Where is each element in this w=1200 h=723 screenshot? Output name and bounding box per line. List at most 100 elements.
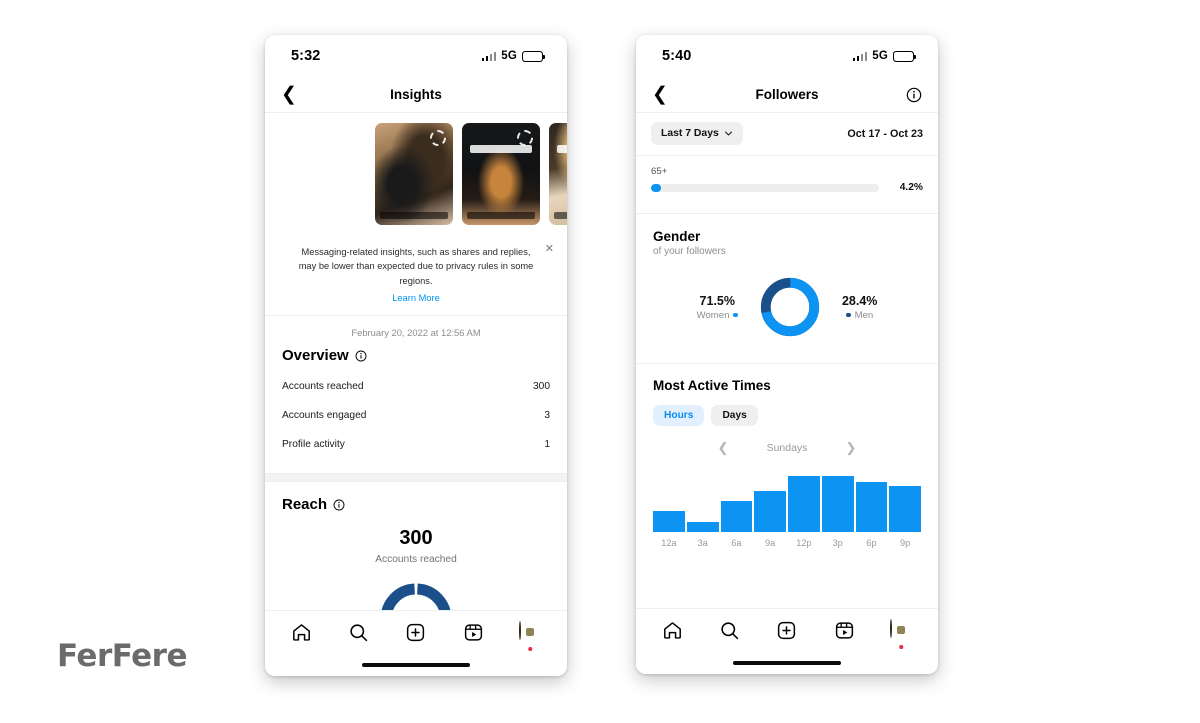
story-caption-bar bbox=[467, 212, 535, 219]
bar-column bbox=[686, 470, 719, 532]
tab-reels[interactable] bbox=[827, 616, 861, 646]
status-indicators: 5G bbox=[852, 50, 916, 62]
overview-heading: Overview bbox=[265, 347, 567, 364]
tabbar-region bbox=[265, 610, 567, 676]
reach-value: 300 bbox=[399, 527, 433, 550]
women-label-wrap: Women bbox=[697, 310, 738, 321]
home-indicator bbox=[362, 663, 470, 667]
bar-column bbox=[653, 470, 685, 532]
day-label: Sundays bbox=[766, 442, 808, 454]
tab-search[interactable] bbox=[713, 616, 747, 646]
stat-row[interactable]: Accounts engaged 3 bbox=[282, 401, 550, 430]
search-icon bbox=[721, 622, 739, 640]
bar-column bbox=[720, 470, 753, 532]
notification-dot bbox=[528, 647, 533, 651]
tab-profile[interactable] bbox=[513, 618, 547, 651]
section-divider bbox=[265, 473, 567, 483]
day-navigator: ❮ Sundays ❯ bbox=[653, 440, 921, 456]
chevron-left-icon[interactable]: ❮ bbox=[281, 85, 301, 104]
date-range-dropdown[interactable]: Last 7 Days bbox=[651, 122, 743, 145]
chevron-down-icon bbox=[724, 131, 732, 136]
nav-header: ❮ Followers bbox=[636, 77, 938, 113]
avatar bbox=[519, 620, 541, 651]
learn-more-link[interactable]: Learn More bbox=[295, 293, 537, 303]
avatar bbox=[890, 618, 912, 649]
men-percent: 28.4% bbox=[841, 293, 878, 308]
tabbar-region bbox=[636, 608, 938, 674]
status-bar: 5:40 5G bbox=[636, 35, 938, 77]
close-icon[interactable]: ✕ bbox=[545, 244, 554, 255]
story-text-overlay bbox=[557, 145, 567, 153]
chevron-left-icon[interactable]: ❮ bbox=[652, 85, 672, 104]
phone-mockup-followers: 5:40 5G ❮ Followers Last 7 Days Oct 17 -… bbox=[636, 35, 938, 674]
bottom-tab-bar bbox=[265, 610, 567, 654]
page-title: Insights bbox=[390, 87, 442, 102]
chevron-left-icon[interactable]: ❮ bbox=[718, 440, 729, 456]
age-bar-fill bbox=[651, 183, 661, 192]
segment-hours[interactable]: Hours bbox=[653, 405, 705, 426]
tab-reels[interactable] bbox=[456, 618, 490, 648]
bar[interactable] bbox=[788, 476, 820, 532]
bottom-tab-bar bbox=[636, 608, 938, 652]
story-thumb-2[interactable] bbox=[462, 123, 540, 225]
hours-bar-labels: 12a 3a 6a 9a 12p 3p 6p 9p bbox=[653, 538, 921, 548]
stories-strip[interactable] bbox=[265, 113, 567, 235]
bar-tick-label: 12a bbox=[661, 538, 677, 548]
bar[interactable] bbox=[855, 482, 888, 532]
ferfere-logo: FerFere bbox=[57, 638, 188, 674]
bar-tick-label: 6p bbox=[866, 538, 877, 548]
story-thumb-1[interactable] bbox=[375, 123, 453, 225]
bar[interactable] bbox=[889, 485, 921, 532]
info-circle-icon[interactable] bbox=[333, 499, 345, 511]
plus-square-icon bbox=[778, 621, 796, 640]
reach-heading: Reach bbox=[265, 496, 567, 513]
bar[interactable] bbox=[821, 476, 854, 532]
status-time: 5:40 bbox=[662, 48, 692, 64]
chevron-right-icon[interactable]: ❯ bbox=[845, 440, 856, 456]
bar[interactable] bbox=[686, 521, 719, 532]
tab-home[interactable] bbox=[285, 618, 319, 648]
tab-create[interactable] bbox=[770, 616, 804, 646]
bar[interactable] bbox=[754, 490, 786, 532]
info-circle-icon[interactable] bbox=[355, 350, 367, 362]
stat-row[interactable]: Profile activity 1 bbox=[282, 430, 550, 459]
bar-column bbox=[889, 470, 921, 532]
status-indicators: 5G bbox=[481, 50, 545, 62]
women-label: Women bbox=[696, 309, 730, 321]
tab-create[interactable] bbox=[399, 618, 433, 648]
avatar-icon bbox=[519, 620, 522, 640]
donut-chart bbox=[760, 277, 820, 337]
search-icon bbox=[350, 624, 368, 642]
stat-row[interactable]: Accounts reached 300 bbox=[282, 372, 550, 401]
status-bar: 5:32 5G bbox=[265, 35, 567, 77]
bar[interactable] bbox=[653, 511, 685, 532]
home-icon bbox=[664, 622, 682, 639]
date-range-dropdown-label: Last 7 Days bbox=[661, 128, 719, 139]
tab-search[interactable] bbox=[342, 618, 376, 648]
story-thumb-3[interactable] bbox=[549, 123, 567, 225]
followers-body: Last 7 Days Oct 17 - Oct 23 65+ 4.2% Gen… bbox=[636, 113, 938, 608]
network-label: 5G bbox=[501, 50, 517, 62]
bar-tick-label: 12p bbox=[796, 538, 812, 548]
page-title: Followers bbox=[755, 87, 819, 102]
hours-bar-chart bbox=[653, 470, 921, 532]
tab-profile[interactable] bbox=[884, 616, 918, 649]
info-button[interactable] bbox=[906, 87, 922, 103]
stat-value: 1 bbox=[544, 439, 550, 451]
insights-body: ✕ Messaging-related insights, such as sh… bbox=[265, 113, 567, 610]
home-icon bbox=[293, 624, 311, 641]
status-time: 5:32 bbox=[291, 48, 321, 64]
bar-tick-label: 9p bbox=[900, 538, 911, 548]
overview-stats: Accounts reached 300 Accounts engaged 3 … bbox=[265, 364, 567, 473]
filter-bar: Last 7 Days Oct 17 - Oct 23 bbox=[636, 113, 938, 156]
women-percent: 71.5% bbox=[699, 293, 735, 308]
most-active-times-section: Most Active Times Hours Days ❮ Sundays ❯… bbox=[636, 364, 938, 548]
tab-home[interactable] bbox=[656, 616, 690, 646]
progress-ring-icon bbox=[430, 130, 446, 146]
segment-days[interactable]: Days bbox=[711, 405, 758, 426]
age-range-bar: 4.2% bbox=[651, 182, 923, 193]
signal-bars-icon bbox=[481, 51, 497, 61]
bar[interactable] bbox=[720, 501, 753, 532]
reels-icon bbox=[464, 624, 482, 641]
insights-screen: 5:32 5G ❮ Insights ✕ Messaging-related i… bbox=[265, 35, 567, 676]
